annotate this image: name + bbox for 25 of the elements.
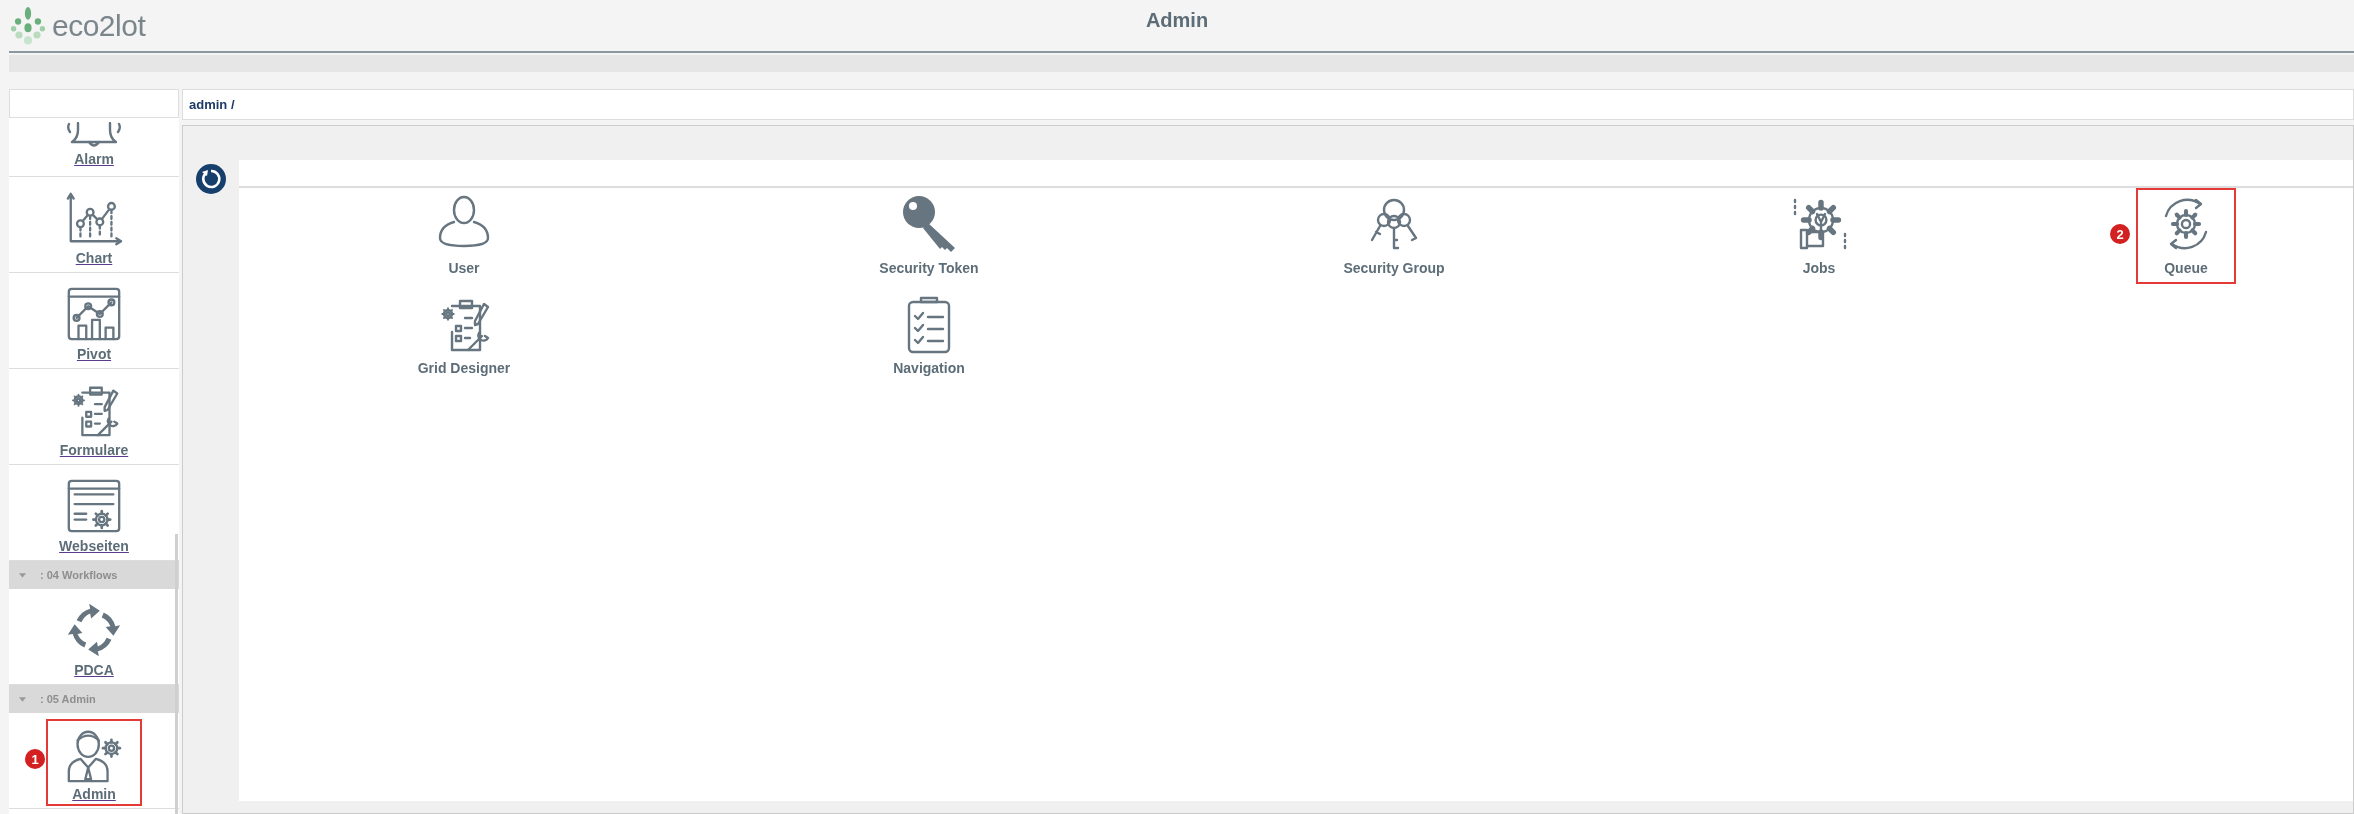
logo-text: eco2lot [52, 8, 146, 43]
step-marker: 2 [2110, 224, 2130, 244]
sidebar-item[interactable]: Pivot [46, 279, 142, 366]
admin-tile[interactable]: Security Token [861, 188, 997, 284]
sidebar-item[interactable]: Alarm [50, 118, 138, 171]
step-marker: 1 [25, 749, 45, 769]
sidebar-item[interactable]: Chart [46, 183, 142, 270]
logo-icon [10, 5, 46, 46]
admin-tile[interactable]: Grid Designer [399, 288, 529, 384]
bell-icon [66, 122, 122, 150]
admin-tile[interactable]: Jobs [1769, 188, 1869, 284]
sidebar-item[interactable]: PDCA [46, 595, 142, 682]
sidebar-item[interactable]: Admin [46, 719, 142, 806]
sidebar-item[interactable]: Webseiten [43, 471, 145, 558]
page-title: Admin [1145, 9, 1209, 32]
admin-tile[interactable]: User [414, 188, 514, 284]
admin-tile[interactable]: Security Group [1325, 188, 1463, 284]
caret-icon [19, 696, 26, 702]
breadcrumb-link[interactable]: admin / [189, 97, 235, 112]
refresh-icon[interactable] [196, 164, 226, 194]
caret-icon [19, 572, 26, 578]
admin-tile[interactable]: Navigation [875, 288, 983, 384]
admin-tile[interactable]: Queue [2136, 188, 2236, 284]
scrollbar[interactable] [175, 534, 178, 814]
sidebar-item[interactable]: Formulare [43, 375, 145, 462]
